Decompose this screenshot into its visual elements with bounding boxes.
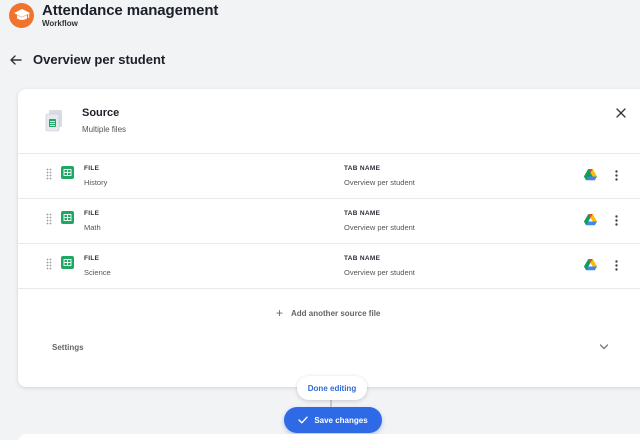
close-button[interactable] — [614, 106, 628, 120]
tab-name: Overview per student — [344, 223, 415, 232]
tab-name: Overview per student — [344, 268, 415, 277]
file-column-label: FILE — [84, 255, 100, 262]
page-title: Overview per student — [33, 52, 166, 67]
spreadsheet-icon — [61, 211, 74, 224]
file-column-label: FILE — [84, 165, 100, 172]
tab-name-column-label: TAB NAME — [344, 165, 381, 172]
more-vertical-icon — [614, 169, 618, 181]
save-changes-button[interactable]: Save changes — [284, 407, 382, 433]
back-button[interactable] — [9, 54, 23, 66]
source-card: Source Multiple files FILE History TAB N… — [18, 89, 640, 387]
more-options-button[interactable] — [612, 258, 620, 272]
arrow-left-icon — [10, 55, 22, 65]
more-options-button[interactable] — [612, 213, 620, 227]
tab-name: Overview per student — [344, 178, 415, 187]
tab-name-column-label: TAB NAME — [344, 255, 381, 262]
close-icon — [616, 108, 626, 118]
done-editing-button[interactable]: Done editing — [297, 376, 367, 400]
file-name: Math — [84, 223, 101, 232]
drag-handle-icon[interactable] — [46, 213, 52, 225]
source-file-row: FILE Science TAB NAME Overview per stude… — [18, 243, 640, 288]
drag-handle-icon[interactable] — [46, 168, 52, 180]
add-source-file-button[interactable]: + Add another source file — [276, 307, 380, 319]
add-source-file-label: Add another source file — [291, 308, 381, 318]
settings-toggle[interactable]: Settings — [52, 343, 84, 352]
more-vertical-icon — [614, 259, 618, 271]
file-column-label: FILE — [84, 210, 100, 217]
google-drive-icon[interactable] — [584, 214, 597, 226]
app-logo — [9, 3, 34, 28]
chevron-down-icon[interactable] — [599, 343, 609, 351]
more-vertical-icon — [614, 214, 618, 226]
spreadsheet-icon — [61, 256, 74, 269]
plus-icon: + — [276, 306, 284, 320]
source-subtitle: Multiple files — [82, 125, 127, 134]
source-title: Source — [82, 107, 120, 119]
file-name: History — [84, 178, 108, 187]
file-name: Science — [84, 268, 111, 277]
spreadsheet-icon — [61, 166, 74, 179]
multiple-files-icon — [45, 110, 62, 132]
tab-name-column-label: TAB NAME — [344, 210, 381, 217]
google-drive-icon[interactable] — [584, 259, 597, 271]
divider — [18, 288, 640, 289]
source-file-row: FILE History TAB NAME Overview per stude… — [18, 153, 640, 198]
app-subtitle: Workflow — [42, 19, 78, 28]
google-drive-icon[interactable] — [584, 169, 597, 181]
save-changes-label: Save changes — [314, 415, 368, 425]
checkmark-icon — [298, 416, 309, 424]
drag-handle-icon[interactable] — [46, 258, 52, 270]
next-card — [18, 434, 640, 440]
graduation-cap-icon — [13, 9, 30, 20]
source-file-row: FILE Math TAB NAME Overview per student — [18, 198, 640, 243]
more-options-button[interactable] — [612, 168, 620, 182]
app-title: Attendance management — [42, 2, 219, 19]
